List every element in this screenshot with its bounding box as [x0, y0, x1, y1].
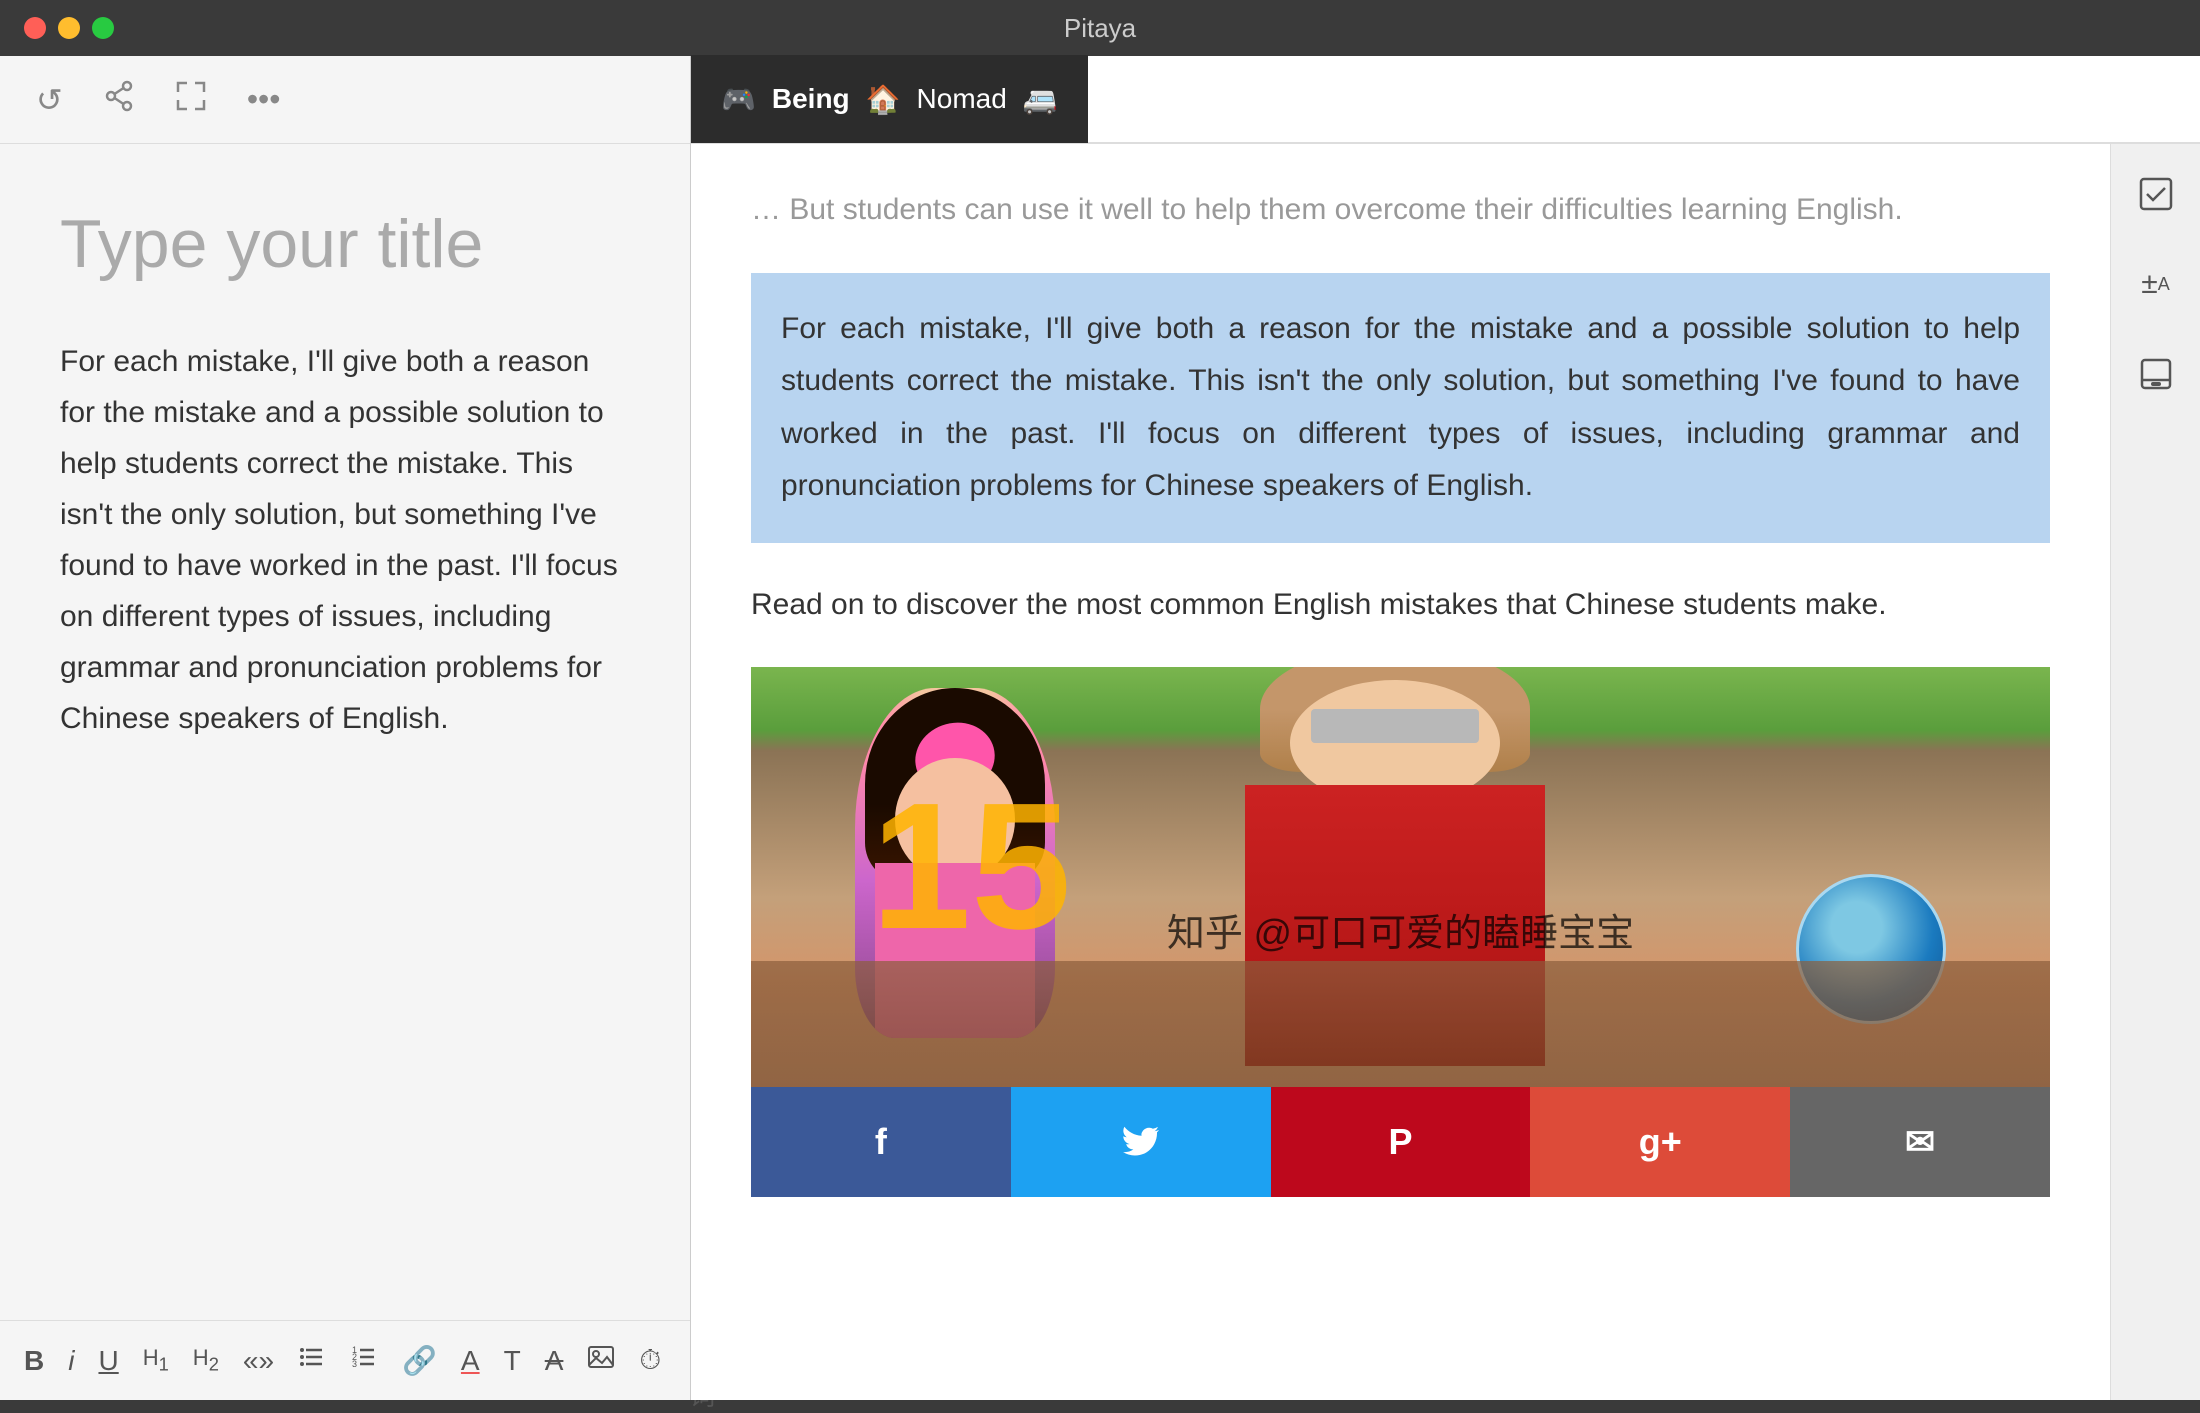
- article-bottom-text: Read on to discover the most common Engl…: [751, 579, 2050, 632]
- more-icon[interactable]: •••: [247, 81, 281, 118]
- email-button[interactable]: ✉: [1790, 1087, 2050, 1197]
- twitter-button[interactable]: [1011, 1087, 1271, 1197]
- minimize-button[interactable]: [58, 17, 80, 39]
- bottom-toolbar: B i U H1 H2 «»: [0, 1320, 690, 1400]
- close-button[interactable]: [24, 17, 46, 39]
- browser-logo: 🎮 Being 🏠 Nomad 🚐: [691, 55, 1088, 143]
- editor-content[interactable]: Type your title For each mistake, I'll g…: [0, 144, 690, 1320]
- hamburger-menu[interactable]: [2110, 74, 2170, 124]
- social-bar: f P g+ ✉: [751, 1087, 2050, 1197]
- googleplus-button[interactable]: g+: [1530, 1087, 1790, 1197]
- article-top-text: … But students can use it well to help t…: [751, 184, 2050, 237]
- zhihu-watermark: 知乎 @可口可爱的瞌睡宝宝: [1167, 902, 1634, 957]
- hamburger-line-3: [2110, 110, 2156, 115]
- list-unordered-icon[interactable]: [298, 1343, 326, 1378]
- heading2-icon[interactable]: H2: [193, 1345, 219, 1375]
- refresh-icon[interactable]: ↺: [36, 81, 63, 119]
- logo-being-text: Being: [772, 83, 850, 115]
- editor-body-text[interactable]: For each mistake, I'll give both a reaso…: [60, 336, 630, 744]
- tray-icon[interactable]: [2126, 344, 2186, 404]
- heading1-icon[interactable]: H1: [143, 1345, 169, 1375]
- main-container: ↺ ••• Typ: [0, 56, 2200, 1400]
- editor-title-placeholder[interactable]: Type your title: [60, 204, 630, 286]
- share-icon[interactable]: [103, 80, 135, 120]
- text-color-icon[interactable]: A: [461, 1345, 480, 1377]
- hamburger-line-2: [2110, 97, 2156, 102]
- editor-toolbar: ↺ •••: [0, 56, 690, 144]
- logo-figure-icon: 🏠: [866, 83, 901, 116]
- highlighted-text: For each mistake, I'll give both a reaso…: [781, 312, 2020, 503]
- window-controls: [24, 17, 114, 39]
- check-icon[interactable]: [2126, 164, 2186, 224]
- fullscreen-icon[interactable]: [175, 80, 207, 120]
- hamburger-line-1: [2110, 84, 2156, 89]
- text-format-icon[interactable]: T: [504, 1345, 521, 1377]
- editor-panel: ↺ ••• Typ: [0, 56, 690, 1400]
- facebook-button[interactable]: f: [751, 1087, 1011, 1197]
- title-bar: Pitaya: [0, 0, 2200, 56]
- logo-rv-icon: 🚐: [1023, 83, 1058, 116]
- browser-toolbar: 🎮 Being 🏠 Nomad 🚐: [691, 56, 2200, 144]
- logo-game-icon: 🎮: [721, 83, 756, 116]
- formula-icon[interactable]: ± A: [2126, 254, 2186, 314]
- maximize-button[interactable]: [92, 17, 114, 39]
- list-ordered-icon[interactable]: 1 2 3: [350, 1343, 378, 1378]
- browser-panel: 🎮 Being 🏠 Nomad 🚐 … But students can use…: [690, 56, 2200, 1400]
- link-icon[interactable]: 🔗: [402, 1344, 437, 1377]
- bold-icon[interactable]: B: [24, 1345, 44, 1377]
- italic-icon[interactable]: i: [68, 1345, 74, 1377]
- underline-icon[interactable]: U: [98, 1345, 118, 1377]
- number-overlay: 15: [871, 777, 1071, 957]
- strikethrough-icon[interactable]: A: [545, 1345, 564, 1377]
- browser-content[interactable]: … But students can use it well to help t…: [691, 144, 2110, 1400]
- app-title: Pitaya: [1064, 13, 1136, 44]
- highlighted-paragraph: For each mistake, I'll give both a reaso…: [751, 273, 2050, 543]
- article-image: 15 知乎 @可口可爱的瞌睡宝宝: [751, 667, 2050, 1087]
- desk-surface: [751, 961, 2050, 1087]
- right-sidebar-icons: ± A: [2110, 144, 2200, 1400]
- timer-icon[interactable]: ⏱: [639, 1344, 661, 1377]
- svg-text:3: 3: [352, 1359, 357, 1369]
- pinterest-button[interactable]: P: [1271, 1087, 1531, 1197]
- image-icon[interactable]: [587, 1343, 615, 1378]
- quote-icon[interactable]: «»: [243, 1345, 274, 1377]
- logo-nomad-text: Nomad: [917, 83, 1007, 115]
